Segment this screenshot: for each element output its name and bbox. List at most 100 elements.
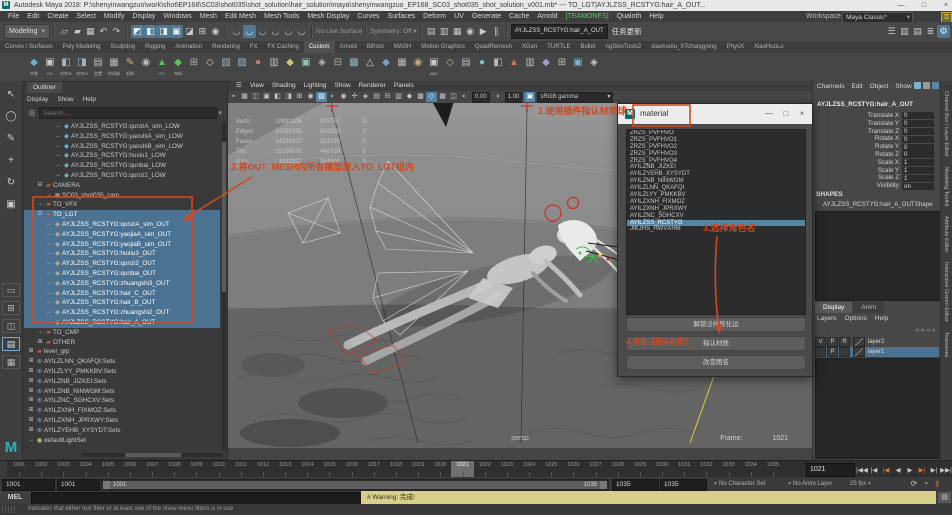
shelf-icon-28[interactable]: ● — [474, 54, 490, 80]
shelf-tab-bifrost[interactable]: Bifrost — [362, 41, 389, 53]
menu-item-select[interactable]: Select — [72, 13, 99, 20]
timeline-frame-1009[interactable]: 1009 — [185, 461, 207, 478]
shelf-tab-sculpting[interactable]: Sculpting — [105, 41, 140, 53]
loop-icon[interactable]: ⟳ — [911, 479, 924, 488]
outliner-row[interactable]: ⊟▰TO_LGT — [24, 210, 220, 220]
file-icon-3[interactable]: ↶ — [97, 25, 110, 38]
range-slider-handle[interactable]: 1001 1035 — [103, 481, 607, 489]
timeline-frame-1026[interactable]: 1026 — [562, 461, 584, 478]
maximize-icon[interactable]: □ — [916, 0, 932, 11]
speed-icon[interactable] — [932, 82, 939, 89]
layer-row[interactable]: VPRlayer2 — [815, 337, 939, 347]
viewport-menu-shading[interactable]: Shading — [272, 82, 296, 89]
attribute-value-field[interactable]: 0 — [902, 112, 934, 119]
layout-single[interactable]: ▭ — [2, 283, 20, 297]
expander-icon[interactable]: ⊞ — [27, 406, 35, 416]
shelf-icon-13[interactable]: ▨ — [234, 54, 250, 80]
sidebar-tab-interactive-groom-editor[interactable]: Interactive Groom Editor — [943, 262, 949, 322]
attribute-value-field[interactable]: 1 — [902, 159, 934, 166]
sidebar-tab-channel-box-layer-editor[interactable]: Channel Box / Layer Editor — [943, 91, 949, 157]
playback-toggle[interactable]: P — [827, 337, 838, 347]
timeline-frame-1030[interactable]: 1030 — [651, 461, 673, 478]
toolbar-right-icon-1[interactable]: ▥ — [898, 25, 911, 38]
timeline-frame-1022[interactable]: 1022 — [474, 461, 496, 478]
layout-custom[interactable]: ▦ — [2, 355, 20, 369]
material-list-item[interactable]: ZRZS_PVFHVO2 — [627, 144, 805, 151]
shelf-icon-22[interactable]: ◆ — [378, 54, 394, 80]
timeline-frame-1002[interactable]: 1002 — [30, 461, 52, 478]
selection-mask-icon-4[interactable]: ◪ — [183, 25, 196, 38]
menu-item-modify[interactable]: Modify — [100, 13, 129, 20]
outliner-row[interactable]: →◆AYJLZSS_RCSTYG:yaojiaA_sim_OUT — [24, 230, 220, 240]
menu-item--teamones-[interactable]: [TEAMONES] — [562, 13, 613, 20]
shelf-icon-25[interactable]: ▣ABC — [426, 54, 442, 80]
attribute-value-field[interactable]: 0 — [902, 120, 934, 127]
file-icon-4[interactable]: ↷ — [110, 25, 123, 38]
outliner-row[interactable]: →◆AYJLZSS_RCSTYG:hair_A_OUT — [24, 318, 220, 328]
sidebar-tab-teamones[interactable]: Teamones — [943, 332, 949, 357]
expander-icon[interactable]: ⊟ — [36, 181, 44, 191]
selection-mask-icon-0[interactable]: ◩ — [131, 25, 144, 38]
snap-icon-0[interactable]: ◡ — [230, 25, 243, 38]
layout-split[interactable]: ◫ — [2, 319, 20, 333]
dialog-close-icon[interactable]: × — [795, 104, 809, 124]
material-list-item[interactable]: ZRZS_PVFHVO1 — [627, 137, 805, 144]
timeline-frame-1014[interactable]: 1014 — [296, 461, 318, 478]
shelf-tab-fx[interactable]: FX — [245, 41, 263, 53]
viewport-toolbar-icon-5[interactable]: ⊞ — [294, 92, 305, 102]
outliner-hscrollbar[interactable] — [83, 453, 223, 457]
step-back-key-button[interactable]: |◀ — [880, 466, 892, 474]
outliner-row[interactable]: →◆AYJLZSS_RCSTYG:qunzi2_LOW — [24, 171, 220, 181]
outliner-row[interactable]: ⊞⊕AYILZLYY_PMKKBV:Sets — [24, 367, 220, 377]
shelf-icon-18[interactable]: ◈ — [314, 54, 330, 80]
shelf-icon-21[interactable]: △ — [362, 54, 378, 80]
step-forward-frame-button[interactable]: ▶| — [928, 466, 940, 474]
timeline-frame-1035[interactable]: 1035 — [762, 461, 784, 478]
attribute-value-field[interactable]: 1 — [902, 175, 934, 182]
menu-item-arnold[interactable]: Arnold — [533, 13, 561, 20]
shelf-icon-14[interactable]: ● — [250, 54, 266, 80]
timeline-frame-1024[interactable]: 1024 — [518, 461, 540, 478]
shelf-tab-arnold[interactable]: Arnold — [335, 41, 362, 53]
material-list-item[interactable]: AYILZLNN_QKAFQI — [627, 185, 805, 192]
move-tool[interactable]: + — [3, 153, 19, 169]
select-tool[interactable]: ↖ — [3, 87, 19, 103]
outliner-row[interactable]: →◆AYJLZSS_RCSTYG:qunzi2_OUT — [24, 259, 220, 269]
shelf-icon-35[interactable]: ◈ — [586, 54, 602, 80]
menu-item-mesh-display[interactable]: Mesh Display — [303, 13, 353, 20]
snap-icon-2[interactable]: ◡ — [256, 25, 269, 38]
viewport-menu-view[interactable]: View — [250, 82, 264, 89]
window-titlebar[interactable]: M Autodesk Maya 2018: P:\shenyinwangzuo\… — [0, 0, 952, 11]
outliner-row[interactable]: ⊞⊕AYILZXNH_FIXMOZ:Sets — [24, 406, 220, 416]
outliner-menu-display[interactable]: Display — [27, 96, 48, 103]
timeline-frame-1027[interactable]: 1027 — [584, 461, 606, 478]
change-map-name-button[interactable]: 改变图名 — [626, 355, 806, 370]
shelf-tab-physx[interactable]: PhysX — [722, 41, 749, 53]
render-icon-3[interactable]: ◉ — [464, 25, 477, 38]
character-set-dropdown[interactable]: ▾No Character Set — [714, 477, 765, 491]
shelf-icon-27[interactable]: ▤ — [458, 54, 474, 80]
viewport-menu-lighting[interactable]: Lighting — [304, 82, 327, 89]
outliner-row[interactable]: →◆AYJLZSS_RCSTYG:yaoshiB_sim_LOW — [24, 142, 220, 152]
timeline-frame-1011[interactable]: 1011 — [230, 461, 252, 478]
shelf-icon-26[interactable]: ◇ — [442, 54, 458, 80]
shelf-icon-10[interactable]: ⊞ — [186, 54, 202, 80]
layer-menu-help[interactable]: Help — [875, 315, 888, 322]
shelf-icon-3[interactable]: ◨对齐M — [74, 54, 90, 80]
channel-box-object-name[interactable]: AYJLZSS_RCSTYG:hair_A_OUT — [817, 101, 913, 108]
attribute-value-field[interactable]: 1 — [902, 167, 934, 174]
gamma-icon[interactable]: ◑ — [492, 92, 503, 102]
shelf-icon-9[interactable]: ◆布料 — [170, 54, 186, 80]
menu-item-qualoth[interactable]: Qualoth — [613, 13, 646, 20]
layer-editor-icons[interactable]: ◃◃◃◃ — [915, 326, 937, 334]
step-back-frame-button[interactable]: |◀ — [868, 466, 880, 474]
exposure-icon[interactable]: ◐ — [459, 92, 470, 102]
playback-start-field[interactable]: 1001 — [57, 479, 100, 491]
menu-item-edit[interactable]: Edit — [23, 13, 43, 20]
layer-menu-layers[interactable]: Layers — [817, 315, 837, 322]
visibility-toggle[interactable]: V — [815, 337, 826, 347]
outliner-row[interactable]: →▰TO_CMP — [24, 328, 220, 338]
viewport-toolbar-icon-11[interactable]: ◈ — [360, 92, 371, 102]
material-list-item[interactable]: AYILZXNH_JPRXWY — [627, 206, 805, 213]
timeline-frame-1007[interactable]: 1007 — [141, 461, 163, 478]
